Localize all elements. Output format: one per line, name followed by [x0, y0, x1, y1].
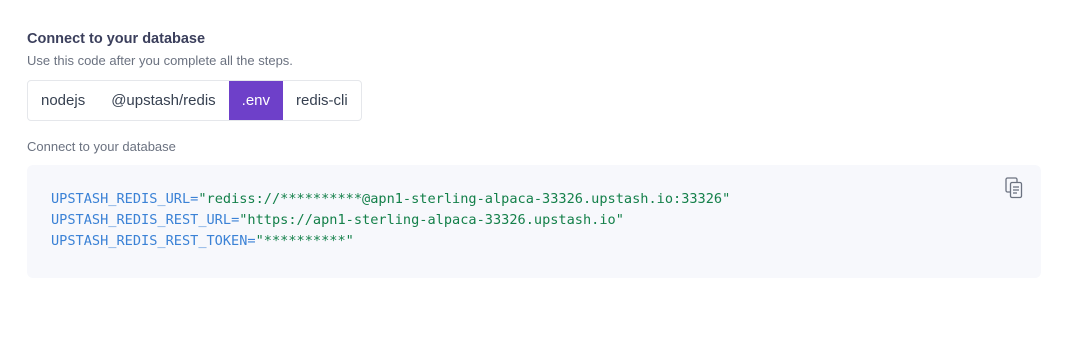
tab-redis-cli[interactable]: redis-cli [283, 81, 361, 120]
code-block[interactable]: UPSTASH_REDIS_URL = "rediss://**********@a… [27, 165, 1041, 278]
code-line: UPSTASH_REDIS_URL="rediss://**********@a… [51, 189, 1017, 210]
tab-env[interactable]: .env [228, 81, 284, 120]
env-key: UPSTASH_REDIS_URL [51, 191, 191, 207]
connect-panel: Connect to your database Use this code a… [27, 30, 1041, 278]
section-label: Connect to your database [27, 139, 176, 154]
tab-upstash-redis[interactable]: @upstash/redis [98, 81, 228, 120]
env-key: UPSTASH_REDIS_REST_TOKEN [51, 233, 248, 249]
copy-button[interactable] [1003, 176, 1025, 200]
code-line: UPSTASH_REDIS_REST_URL="https://apn1-ste… [51, 210, 1017, 231]
env-value: "**********" [255, 233, 354, 249]
page-title: Connect to your database [27, 31, 206, 47]
env-key: UPSTASH_REDIS_REST_URL [51, 212, 232, 228]
env-equals: = [247, 233, 256, 249]
env-value: "https://apn1-sterling-alpaca-33326.upst… [239, 212, 624, 228]
page-subtitle: Use this code after you complete all the… [27, 53, 293, 68]
env-value: "rediss://**********@apn1-sterling-alpac… [198, 191, 731, 207]
language-tabs: nodejs @upstash/redis .env redis-cli [27, 80, 362, 121]
tab-nodejs[interactable]: nodejs [28, 81, 98, 120]
code-line: UPSTASH_REDIS_REST_TOKEN="**********" [51, 231, 1017, 252]
copy-icon [1005, 177, 1023, 199]
